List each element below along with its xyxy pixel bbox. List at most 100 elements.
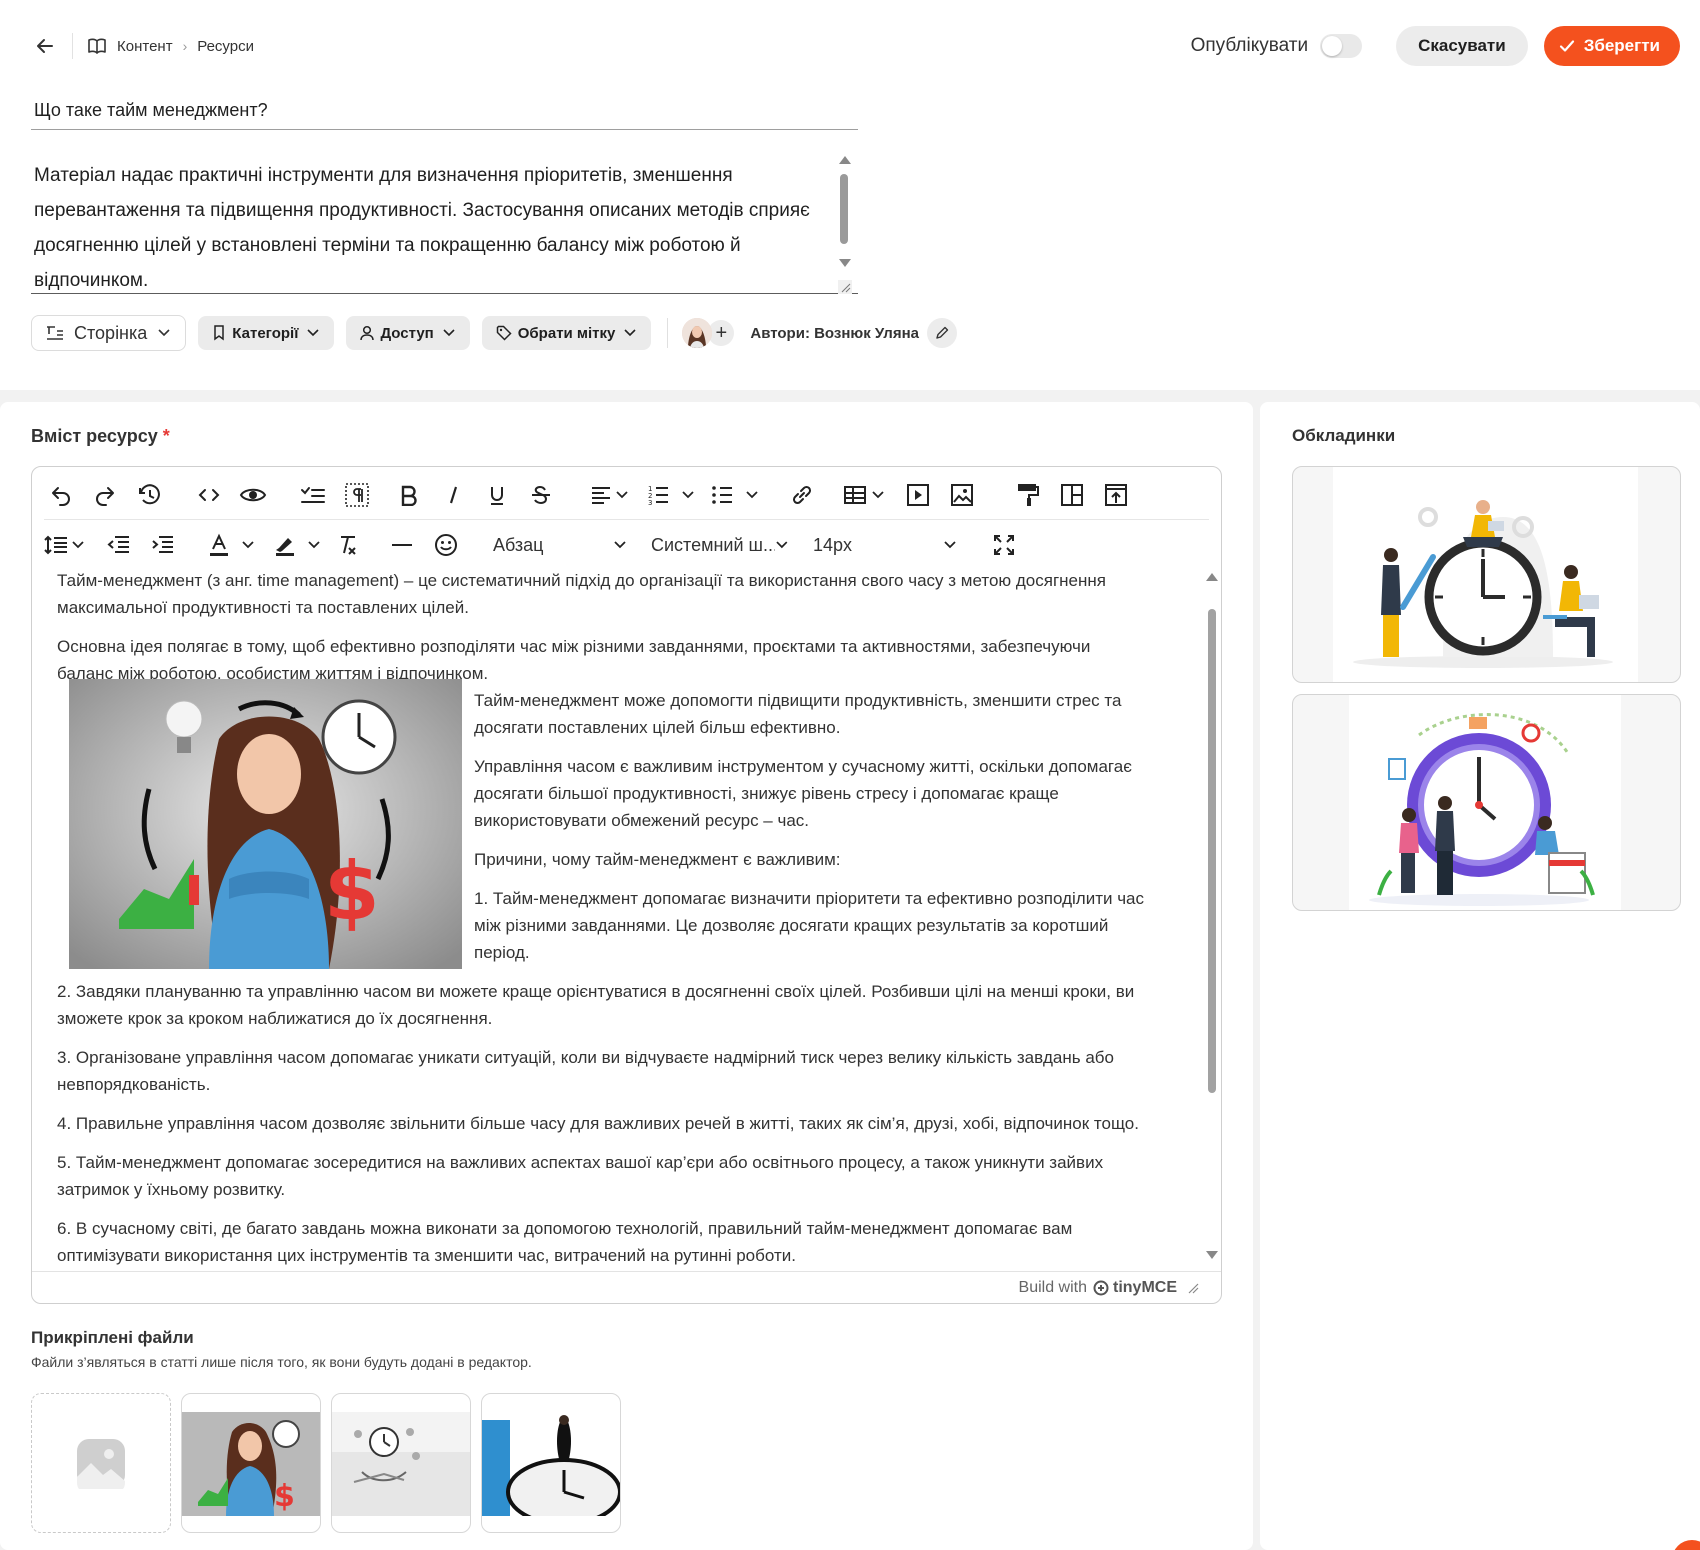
resize-handle-icon[interactable] <box>838 280 852 294</box>
toggle-knob <box>1322 36 1343 56</box>
add-author-button[interactable]: + <box>708 320 735 346</box>
highlight-color-dropdown[interactable] <box>273 533 321 557</box>
top-bar: Контент › Ресурси Опублікувати Скасувати… <box>30 26 1680 66</box>
resize-handle-icon[interactable] <box>1187 1282 1199 1294</box>
cover-image[interactable] <box>1292 466 1681 683</box>
link-button[interactable] <box>785 478 819 512</box>
tinymce-branding-link[interactable]: tinyMCE <box>1093 1279 1177 1297</box>
book-icon <box>88 38 106 54</box>
editor-scrollbar[interactable] <box>1204 567 1220 1265</box>
line-height-icon <box>44 535 67 555</box>
clear-format-icon <box>341 536 356 555</box>
cover-image[interactable] <box>1292 694 1681 911</box>
tag-dropdown[interactable]: Обрати мітку <box>481 316 652 350</box>
insert-media-button[interactable] <box>901 478 935 512</box>
attachment-thumbnail[interactable] <box>331 1393 471 1533</box>
editor-statusbar: Build with tinyMCE <box>32 1271 1221 1303</box>
save-button[interactable]: Зберегти <box>1543 26 1680 66</box>
cover-image-content <box>1349 695 1621 910</box>
table-icon <box>844 486 866 504</box>
pencil-icon <box>936 326 949 339</box>
scroll-down-icon[interactable] <box>839 259 851 267</box>
font-family-select[interactable]: Системний ш... <box>643 528 797 562</box>
attachment-thumbnail[interactable] <box>481 1393 621 1533</box>
undo-button[interactable] <box>44 478 78 512</box>
upload-button[interactable] <box>1099 478 1133 512</box>
layout-icon <box>1061 484 1083 506</box>
numbered-list-dropdown[interactable]: 123 <box>647 484 695 506</box>
title-input[interactable]: Що таке тайм менеджмент? <box>31 90 858 130</box>
resource-type-dropdown[interactable]: Сторінка <box>31 315 187 351</box>
fullscreen-icon <box>994 535 1014 555</box>
template-button[interactable] <box>1055 478 1089 512</box>
horizontal-rule-button[interactable] <box>385 528 419 562</box>
outdent-button[interactable] <box>101 528 135 562</box>
strikethrough-button[interactable] <box>524 478 558 512</box>
tag-label: Обрати мітку <box>517 324 616 342</box>
scroll-up-icon[interactable] <box>839 156 851 164</box>
svg-text:3: 3 <box>648 499 652 506</box>
breadcrumb-content-link[interactable]: Контент <box>117 38 173 55</box>
show-blocks-button[interactable] <box>340 478 374 512</box>
chevron-down-icon <box>158 329 170 337</box>
description-textarea[interactable]: Матеріал надає практичні інструменти для… <box>31 150 858 294</box>
block-format-value: Абзац <box>493 534 544 555</box>
italic-button[interactable] <box>436 478 470 512</box>
category-dropdown[interactable]: Категорії <box>198 316 335 350</box>
format-painter-button[interactable] <box>1011 478 1045 512</box>
content-image[interactable]: $ <box>69 679 462 969</box>
redo-button[interactable] <box>88 478 122 512</box>
author-avatar <box>682 318 713 348</box>
underline-icon <box>491 487 503 505</box>
editor-content[interactable]: Тайм-менеджмент (з анг. time management)… <box>33 567 1203 1265</box>
text-color-dropdown[interactable] <box>207 533 255 557</box>
redo-icon <box>96 487 114 506</box>
fullscreen-button[interactable] <box>987 528 1021 562</box>
divider <box>72 33 73 59</box>
scrollbar-thumb[interactable] <box>840 174 848 244</box>
bold-button[interactable] <box>392 478 426 512</box>
back-button[interactable] <box>30 31 60 61</box>
attachment-thumbnail[interactable]: $ <box>181 1393 321 1533</box>
history-button[interactable] <box>132 478 166 512</box>
bullet-list-dropdown[interactable] <box>711 484 759 506</box>
check-icon <box>1559 40 1574 52</box>
save-button-label: Зберегти <box>1583 36 1660 55</box>
outdent-icon <box>107 536 129 553</box>
source-code-button[interactable] <box>192 478 226 512</box>
preview-button[interactable] <box>236 478 270 512</box>
font-size-value: 14px <box>813 534 853 555</box>
chevron-down-icon <box>308 541 320 549</box>
line-height-dropdown[interactable] <box>44 534 85 556</box>
text-lines-icon <box>47 326 63 340</box>
description-scrollbar[interactable] <box>838 156 852 272</box>
resource-meta-row: Сторінка Категорії Доступ Обрати мітку +… <box>31 314 957 352</box>
emoji-button[interactable] <box>429 528 463 562</box>
bullet-list-icon <box>712 486 732 504</box>
font-size-select[interactable]: 14px <box>805 528 965 562</box>
visual-chars-button[interactable] <box>296 478 330 512</box>
scroll-up-icon[interactable] <box>1206 573 1218 581</box>
scroll-down-icon[interactable] <box>1206 1251 1218 1259</box>
align-dropdown[interactable] <box>590 485 629 505</box>
chevron-down-icon <box>872 491 884 499</box>
underline-button[interactable] <box>480 478 514 512</box>
numbered-list-icon: 123 <box>648 485 668 506</box>
indent-button[interactable] <box>145 528 179 562</box>
table-dropdown[interactable] <box>843 484 885 506</box>
cancel-button[interactable]: Скасувати <box>1396 26 1528 66</box>
scrollbar-thumb[interactable] <box>1208 609 1216 1093</box>
access-dropdown[interactable]: Доступ <box>346 316 470 350</box>
indent-icon <box>152 536 173 553</box>
block-format-select[interactable]: Абзац <box>485 528 635 562</box>
clear-formatting-button[interactable] <box>331 528 365 562</box>
upload-file-button[interactable] <box>31 1393 171 1533</box>
publish-toggle[interactable] <box>1320 34 1363 58</box>
edit-authors-button[interactable] <box>926 318 957 348</box>
tinymce-logo-icon <box>1093 1280 1109 1295</box>
insert-image-button[interactable] <box>945 478 979 512</box>
text-color-icon <box>210 533 228 556</box>
chevron-right-icon: › <box>182 38 188 54</box>
chevron-down-icon <box>624 329 636 337</box>
code-icon <box>198 489 220 501</box>
